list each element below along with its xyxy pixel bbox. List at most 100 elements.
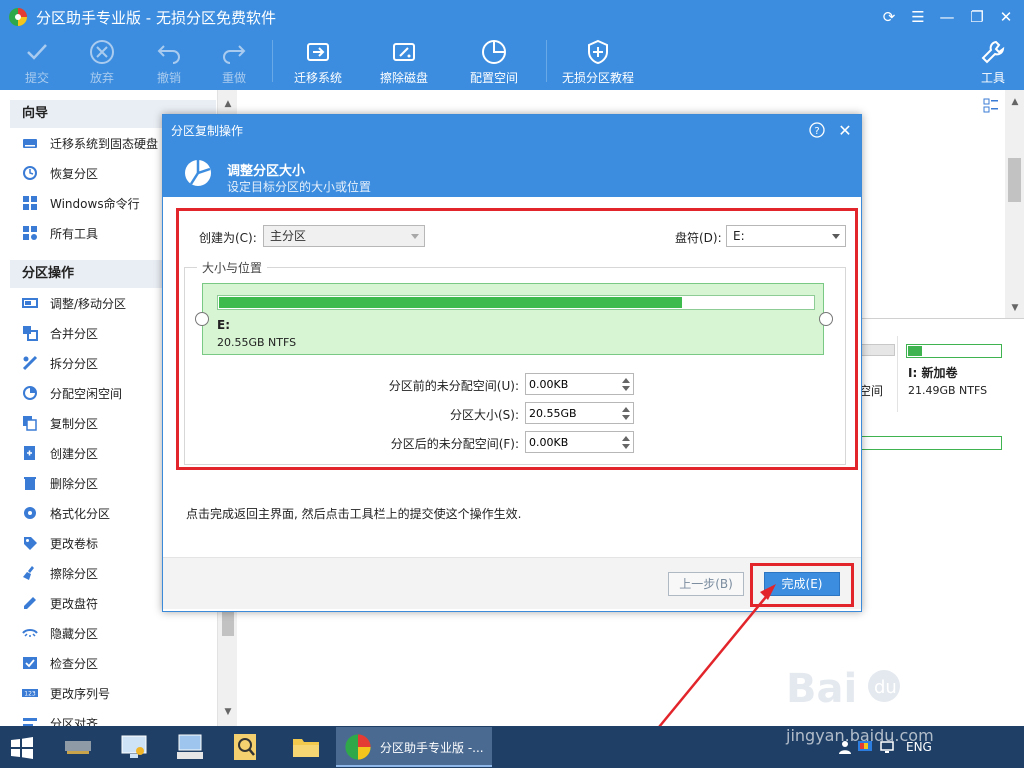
help-icon[interactable]: ? (807, 120, 827, 140)
tools-button[interactable]: 工具 (976, 36, 1010, 88)
wipe-disk-button[interactable]: 擦除磁盘 (376, 36, 432, 88)
config-space-button[interactable]: 配置空间 (466, 36, 522, 88)
pencil-icon (24, 597, 36, 609)
check-icon (27, 44, 47, 60)
refresh-icon[interactable]: ⟳ (878, 6, 900, 28)
dialog-title-bar: 分区复制操作 ? ✕ (163, 115, 861, 145)
tutorial-button[interactable]: 无损分区教程 (558, 36, 638, 88)
sidebar-item-label: 格式化分区 (50, 506, 111, 521)
align-icon (23, 718, 37, 726)
copy-partition-dialog: 分区复制操作 ? ✕ 调整分区大小 设定目标分区的大小或位置 创建为(C): 主… (162, 114, 862, 612)
tag-icon (24, 537, 37, 550)
previous-button[interactable]: 上一步(B) (668, 572, 744, 596)
sidebar-item-check[interactable]: 检查分区 (10, 648, 216, 678)
sidebar-item-label: 合并分区 (50, 326, 99, 341)
restore-button[interactable]: ❐ (966, 6, 988, 28)
drive-letter-select[interactable]: E: (726, 225, 846, 247)
view-toggle-icon[interactable] (983, 98, 999, 114)
resize-handle-left[interactable] (195, 312, 209, 326)
svg-text:?: ? (814, 126, 819, 137)
create-as-select[interactable]: 主分区 (263, 225, 425, 247)
dialog-close-button[interactable]: ✕ (835, 120, 855, 140)
submit-button[interactable]: 提交 (20, 36, 54, 88)
dialog-hint: 点击完成返回主界面, 然后点击工具栏上的提交使这个操作生效. (186, 507, 522, 521)
migrate-disk-icon (307, 43, 329, 61)
undo-icon (157, 45, 180, 64)
partition-usage-bar[interactable] (849, 436, 1002, 450)
windows-icon (23, 196, 37, 210)
discard-button[interactable]: 放弃 (85, 36, 119, 88)
undo-button[interactable]: 撤销 (152, 36, 186, 88)
partition-usage-bar (859, 344, 895, 356)
partition-card-label: 空间 (859, 384, 884, 398)
part-size-input[interactable] (526, 403, 614, 423)
main-scrollbar[interactable]: ▲ ▼ (1005, 90, 1024, 318)
spin-up-icon[interactable] (622, 378, 630, 383)
partition-name: I: 新加卷 (908, 366, 958, 380)
trash-icon (24, 477, 36, 490)
resize-partition-icon (185, 160, 211, 186)
dialog-body: 创建为(C): 主分区 盘符(D): E: 大小与位置 E: 20.55GB N… (163, 197, 861, 609)
svg-text:du: du (874, 677, 897, 698)
spin-down-icon[interactable] (622, 444, 630, 449)
sidebar-item-label: 更改序列号 (50, 686, 111, 701)
sidebar-item-hide[interactable]: 隐藏分区 (10, 618, 216, 648)
scroll-down-icon[interactable]: ▼ (218, 704, 238, 720)
minimize-button[interactable]: — (936, 6, 958, 28)
red-highlight-box (750, 563, 854, 607)
unalloc-before-input[interactable] (526, 374, 614, 394)
network-computer-icon[interactable] (118, 731, 150, 763)
dialog-header-title: 调整分区大小 (227, 164, 306, 179)
merge-icon (23, 326, 38, 341)
sidebar-item-label: Windows命令行 (50, 196, 140, 211)
group-title: 大小与位置 (197, 259, 268, 276)
partition-letter: E: (217, 318, 230, 332)
windows-start-icon[interactable] (10, 736, 34, 760)
scroll-thumb[interactable] (1008, 158, 1021, 202)
drive-letter-label: 盘符(D): (675, 231, 722, 245)
redo-icon (223, 45, 246, 64)
scroll-up-icon[interactable]: ▲ (1005, 94, 1024, 110)
sidebar-item-serial[interactable]: 123 更改序列号 (10, 678, 216, 708)
resize-icon (22, 298, 38, 308)
menu-icon[interactable]: ☰ (907, 6, 929, 28)
red-highlight-box: 创建为(C): 主分区 盘符(D): E: 大小与位置 E: 20.55GB N… (176, 208, 858, 470)
toolbar-separator (272, 40, 273, 82)
unalloc-before-label: 分区前的未分配空间(U): (388, 379, 519, 393)
keyboard-computer-icon[interactable] (174, 731, 206, 763)
sidebar-item-label: 恢复分区 (50, 166, 99, 181)
spin-down-icon[interactable] (622, 386, 630, 391)
spin-up-icon[interactable] (622, 436, 630, 441)
scroll-thumb[interactable] (222, 610, 234, 636)
sidebar-item-label: 拆分分区 (50, 356, 99, 371)
partition-card-i[interactable]: I: 新加卷 21.49GB NTFS (897, 336, 1005, 412)
hidden-eye-icon (22, 629, 38, 637)
spin-up-icon[interactable] (622, 407, 630, 412)
scroll-up-icon[interactable]: ▲ (218, 96, 238, 112)
resize-handle-right[interactable] (819, 312, 833, 326)
search-tool-icon[interactable] (230, 731, 262, 763)
sidebar-item-align[interactable]: 分区对齐 (10, 708, 216, 726)
sidebar-item-label: 分配空闲空间 (50, 386, 123, 401)
memory-chip-icon[interactable] (62, 731, 94, 763)
watermark-text: jingyan.baidu.com (786, 726, 934, 745)
grid-icon (23, 226, 37, 240)
close-button[interactable]: ✕ (995, 6, 1017, 28)
taskbar-active-app[interactable]: 分区助手专业版 -... (336, 727, 492, 767)
part-size-stepper[interactable] (525, 402, 634, 424)
folder-icon[interactable] (290, 731, 322, 763)
partition-usage-fill (908, 346, 922, 356)
migrate-os-button[interactable]: 迁移系统 (290, 36, 346, 88)
spin-down-icon[interactable] (622, 415, 630, 420)
pie-chart-icon (482, 40, 506, 64)
chevron-down-icon (411, 234, 419, 239)
scroll-down-icon[interactable]: ▼ (1005, 300, 1024, 316)
redo-button[interactable]: 重做 (217, 36, 251, 88)
unalloc-after-stepper[interactable] (525, 431, 634, 453)
toolbar: 提交 放弃 撤销 重做 迁移系统 擦除磁盘 配置空间 无损分区教程 工具 (0, 34, 1024, 90)
partition-block[interactable]: E: 20.55GB NTFS (202, 283, 824, 355)
recover-icon (23, 166, 37, 180)
partition-usage-bar (906, 344, 1002, 358)
unalloc-before-stepper[interactable] (525, 373, 634, 395)
unalloc-after-input[interactable] (526, 432, 614, 452)
